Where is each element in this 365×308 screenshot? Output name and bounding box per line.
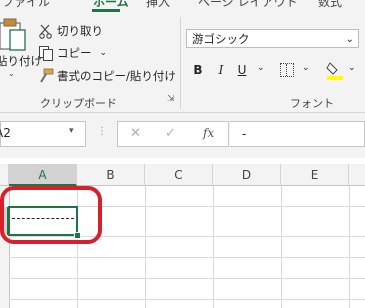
copy-icon [38,45,54,61]
gridline [9,278,365,279]
column-header-a[interactable]: A [9,164,77,186]
ribbon: 貼り付け ⌄ 切り取り コピー ⌄ 書式のコピー/貼り付け クリップボード ⇲ … [0,13,365,113]
gridline [145,186,146,308]
border-grid-icon [286,64,288,76]
tab-insert[interactable]: 挿入 [146,0,170,10]
cut-button[interactable]: 切り取り [38,21,103,40]
formula-input[interactable]: - [230,121,365,147]
font-name-combobox[interactable]: 游ゴシック ⌄ [186,29,359,48]
chevron-down-icon[interactable]: ⌄ [302,63,310,73]
cancel-icon[interactable]: ✕ [130,126,141,141]
gridline [9,299,365,300]
copy-button[interactable]: コピー ⌄ [38,43,107,62]
chevron-down-icon: ⌄ [99,47,108,58]
scissors-icon [38,23,54,39]
font-name-value: 游ゴシック [192,32,250,46]
select-all-corner[interactable] [0,164,9,186]
chevron-down-icon[interactable]: ▾ [69,126,74,136]
paintbrush-icon [38,68,54,84]
ribbon-tab-strip: ファイル ホーム 挿入 ページ レイアウト 数式 [0,0,365,13]
gridline [9,257,365,258]
font-group-label: フォント [290,97,334,110]
insert-function-button[interactable]: fx [203,126,214,140]
copy-label: コピー [57,45,92,60]
chevron-down-icon[interactable]: ⌄ [348,63,356,73]
tab-page-layout[interactable]: ページ レイアウト [198,0,298,10]
red-highlight-annotation [0,186,102,244]
column-header-f[interactable] [349,164,365,186]
clipboard-group-label: クリップボード [40,97,117,110]
format-painter-label: 書式のコピー/貼り付け [57,68,176,83]
format-painter-button[interactable]: 書式のコピー/貼り付け [38,66,176,85]
bold-button[interactable]: B [190,59,206,81]
tab-file[interactable]: ファイル [2,0,50,10]
cut-label: 切り取り [57,23,103,38]
fill-color-button[interactable] [326,59,344,81]
enter-icon[interactable]: ✓ [165,126,176,141]
column-header-b[interactable]: B [77,164,145,186]
formula-bar-grip-icon[interactable]: ⋮ [97,126,107,137]
column-header-c[interactable]: C [145,164,213,186]
chevron-down-icon: ⌄ [8,69,15,78]
formula-buttons: ✕ ✓ fx [117,121,229,147]
paste-button[interactable]: 貼り付け ⌄ [0,17,42,81]
chevron-down-icon[interactable]: ⌄ [346,30,354,49]
name-box[interactable]: A2 ▾ [0,121,86,147]
column-header-e[interactable]: E [281,164,349,186]
group-divider [180,17,181,109]
name-box-value: A2 [0,126,11,140]
gridline [349,186,350,308]
borders-button[interactable] [280,63,294,77]
chevron-down-icon[interactable]: ⌄ [257,63,265,73]
tab-formulas[interactable]: 数式 [318,0,342,10]
column-header-d[interactable]: D [213,164,281,186]
italic-button[interactable]: I [214,59,228,81]
paste-label: 貼り付け [0,54,42,68]
gridline [281,186,282,308]
clipboard-icon [0,18,26,51]
underline-button[interactable]: U [235,59,249,81]
paint-bucket-icon [326,62,343,80]
gridline [213,186,214,308]
active-tab-indicator [92,9,120,12]
dialog-launcher-icon[interactable]: ⇲ [167,94,175,104]
